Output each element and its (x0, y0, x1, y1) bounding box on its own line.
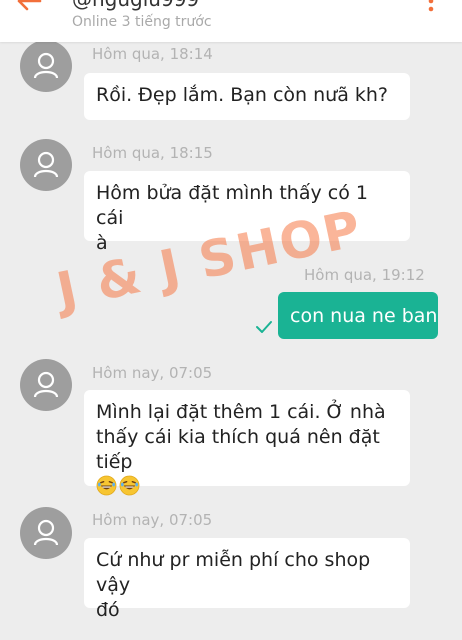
message-timestamp: Hôm qua, 19:12 (304, 266, 425, 284)
message-text: đó (96, 599, 120, 621)
incoming-message-bubble[interactable]: Cứ như pr miễn phí cho shop vậy đó (84, 538, 410, 621)
message-timestamp: Hôm nay, 07:05 (92, 364, 213, 382)
message-timestamp: Hôm nay, 07:05 (92, 511, 213, 529)
more-vertical-icon[interactable] (424, 0, 438, 20)
message-text: thấy cái kia thích quá nên đặt tiếp (96, 426, 380, 473)
incoming-message-bubble[interactable]: Hôm bửa đặt mình thấy có 1 cái à (84, 171, 410, 254)
message-text: Cứ như pr miễn phí cho shop vậy (96, 549, 371, 596)
user-avatar-icon (33, 52, 59, 79)
message-timestamp: Hôm qua, 18:15 (92, 144, 213, 162)
contact-status: Online 3 tiếng trước (72, 14, 212, 30)
user-avatar-icon (33, 519, 59, 546)
user-avatar-icon (33, 371, 59, 398)
user-avatar-icon (33, 151, 59, 178)
message-timestamp: Hôm qua, 18:14 (92, 45, 213, 63)
arrow-left-icon[interactable] (14, 0, 44, 16)
outgoing-message-bubble[interactable]: con nua ne ban (278, 292, 438, 339)
emoji-row (96, 475, 398, 500)
message-text: Rồi. Đẹp lắm. Bạn còn nưã kh? (96, 84, 389, 106)
avatar[interactable] (20, 507, 72, 559)
message-text: con nua ne ban (290, 305, 438, 327)
avatar[interactable] (20, 359, 72, 411)
message-text: à (96, 232, 108, 254)
check-icon (256, 321, 272, 333)
incoming-message-bubble[interactable]: Mình lại đặt thêm 1 cái. Ở nhà thấy cái … (84, 390, 410, 496)
incoming-message-bubble[interactable]: Rồi. Đẹp lắm. Bạn còn nưã kh? (84, 73, 410, 120)
avatar[interactable] (20, 40, 72, 92)
message-text: Mình lại đặt thêm 1 cái. Ở nhà (96, 401, 386, 423)
laughing-emoji-icon (119, 475, 140, 496)
message-text: Hôm bửa đặt mình thấy có 1 cái (96, 182, 368, 229)
laughing-emoji-icon (96, 475, 117, 496)
avatar[interactable] (20, 139, 72, 191)
chat-header: @nguglu999 Online 3 tiếng trước (0, 0, 462, 42)
contact-name[interactable]: @nguglu999 (72, 0, 199, 11)
